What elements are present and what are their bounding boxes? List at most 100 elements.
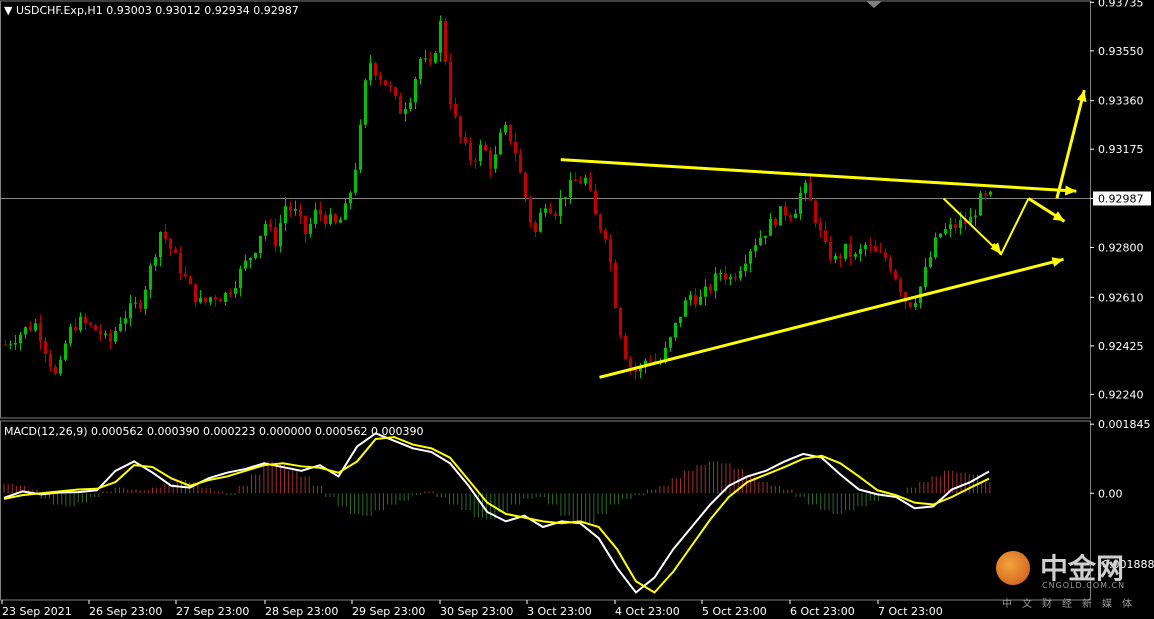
candle-body (144, 289, 147, 309)
candle-body (779, 206, 782, 226)
candle-body (449, 61, 452, 105)
price-chart[interactable]: 0.93735 0.93550 0.93360 0.93175 0.92987 0.928… (0, 0, 1154, 619)
candle-body (289, 206, 292, 211)
candle-body (534, 222, 537, 232)
candle-body (434, 52, 437, 63)
support-arrow (599, 257, 1064, 379)
candle-body (539, 212, 542, 232)
candle-body (954, 224, 957, 228)
candle-body (189, 276, 192, 285)
candle-body (109, 333, 112, 342)
candle-body (574, 180, 577, 182)
candle-body (439, 20, 442, 53)
candle-body (909, 302, 912, 307)
candle-body (199, 297, 202, 303)
candle-body (589, 177, 592, 191)
candle-body (34, 323, 37, 331)
candle-body (524, 172, 527, 198)
candle-body (389, 85, 392, 88)
candle-body (24, 327, 27, 335)
candle-body (584, 177, 587, 184)
candle-body (14, 343, 17, 345)
candle-body (739, 270, 742, 279)
candle-body (9, 344, 12, 346)
candle-body (169, 238, 172, 249)
time-axis-label: 6 Oct 23:00 (790, 605, 855, 618)
candle-body (494, 154, 497, 169)
candle-body (99, 330, 102, 335)
candle-body (94, 325, 97, 331)
candle-body (39, 323, 42, 341)
candle-body (714, 273, 717, 291)
candle-body (329, 214, 332, 225)
candle-body (129, 303, 132, 319)
candle-body (84, 316, 87, 324)
candle-body (124, 318, 127, 324)
candle-body (594, 190, 597, 215)
candle-body (514, 141, 517, 154)
candle-body (209, 297, 212, 303)
candle-body (979, 193, 982, 216)
candle-body (219, 299, 222, 302)
candle-body (464, 137, 467, 143)
candle-body (989, 191, 992, 195)
candle-body (74, 326, 77, 331)
candle-body (774, 218, 777, 226)
candle-body (499, 132, 502, 155)
candle-body (469, 142, 472, 161)
candle-body (834, 255, 837, 260)
candle-body (424, 58, 427, 60)
candle-body (849, 243, 852, 257)
candle-body (409, 102, 412, 109)
candle-body (244, 260, 247, 269)
candle-body (754, 245, 757, 252)
candle-body (229, 292, 232, 294)
price-axis-label: 0.92800 (1098, 242, 1144, 255)
candle-body (934, 237, 937, 258)
time-axis-label: 27 Sep 23:00 (176, 605, 249, 618)
candle-body (939, 233, 942, 238)
candle-body (119, 323, 122, 331)
candle-body (679, 316, 682, 323)
candle-body (484, 144, 487, 151)
time-axis-label: 26 Sep 23:00 (89, 605, 162, 618)
candle-body (799, 193, 802, 214)
candle-body (159, 232, 162, 258)
candle-body (284, 206, 287, 224)
candle-body (489, 150, 492, 169)
candle-body (214, 297, 217, 300)
candle-body (984, 193, 987, 195)
candle-body (79, 316, 82, 331)
candle-body (164, 232, 167, 239)
candle-body (54, 366, 57, 374)
candle-body (844, 243, 847, 259)
candle-body (259, 235, 262, 253)
candle-body (674, 322, 677, 338)
candle-body (354, 169, 357, 193)
candle-body (344, 203, 347, 220)
candle-body (479, 144, 482, 162)
candle-body (504, 124, 507, 133)
candle-body (749, 251, 752, 264)
macd-signal-line (3, 436, 990, 594)
candle-body (89, 323, 92, 326)
candle-body (704, 286, 707, 297)
candle-body (944, 228, 947, 234)
candle-body (474, 160, 477, 162)
price-axis-label: 0.93360 (1098, 95, 1144, 108)
candle-body (319, 209, 322, 215)
candle-body (149, 265, 152, 290)
candle-body (974, 215, 977, 217)
candle-body (839, 255, 842, 259)
watermark-tagline: 中文财经新媒体 (1002, 599, 1142, 610)
candle-body (509, 124, 512, 142)
candle-body (599, 214, 602, 231)
candle-body (279, 223, 282, 247)
candle-body (334, 214, 337, 223)
candle-body (874, 245, 877, 252)
candle-body (299, 209, 302, 216)
candle-body (454, 104, 457, 117)
candle-body (729, 277, 732, 280)
candle-body (399, 96, 402, 114)
price-axis-label: 0.93735 (1098, 0, 1144, 9)
